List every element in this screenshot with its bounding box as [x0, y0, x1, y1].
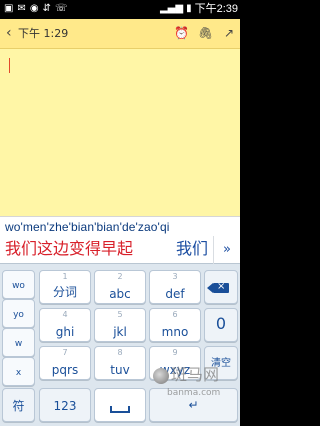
- side-key-w[interactable]: w: [2, 328, 35, 357]
- numbers-button[interactable]: 123: [39, 388, 91, 422]
- attachment-icon[interactable]: 🖇: [198, 25, 213, 41]
- candidate-bar: 我们这边变得早起 我们 »: [0, 236, 240, 264]
- title-bar: ‹ 下午 1:29 ⏰ 🖇 ↗: [0, 19, 240, 49]
- title-actions: ⏰ 🖇 ↗: [174, 25, 236, 41]
- candidate-next[interactable]: 我们: [176, 239, 208, 259]
- symbols-button[interactable]: 符: [2, 388, 35, 422]
- key-7-pqrs[interactable]: 7 pqrs: [39, 346, 91, 380]
- usb-icon: ⇵: [42, 3, 51, 14]
- key-4-ghi[interactable]: 4 ghi: [39, 308, 91, 342]
- watermark-sub: banma.com: [167, 388, 221, 398]
- alarm-icon[interactable]: ⏰: [174, 25, 189, 41]
- notification-icon: ▣: [4, 3, 14, 14]
- candidate-main[interactable]: 我们这边变得早起: [5, 239, 133, 259]
- watermark-logo-icon: [153, 367, 169, 384]
- pinyin-composition: wo'men'zhe'bian'bian'de'zao'qi: [5, 220, 170, 234]
- android-icon: ◉: [29, 3, 39, 14]
- note-editor[interactable]: [0, 49, 240, 216]
- side-key-x[interactable]: x: [2, 357, 35, 386]
- text-cursor: [9, 58, 10, 73]
- watermark: 斑马网 banma.com: [153, 366, 238, 418]
- status-left-icons: ▣ ✉ ◉ ⇵ ☏: [4, 3, 67, 15]
- key-6-mno[interactable]: 6 mno: [149, 308, 201, 342]
- side-key-yo[interactable]: yo: [2, 299, 35, 328]
- more-candidates-button[interactable]: »: [213, 236, 240, 264]
- watermark-text: 斑马网: [171, 365, 220, 384]
- back-icon[interactable]: ‹: [6, 26, 12, 40]
- delete-icon: [207, 280, 229, 294]
- status-bar: ▣ ✉ ◉ ⇵ ☏ ▂▄▆ ▮ 下午2:39: [0, 0, 240, 19]
- keyboard: wo yo w x 1 分词 2 abc 3 def 4 ghi 5 jkl 6…: [0, 264, 240, 426]
- note-date: 下午 1:29: [18, 27, 69, 40]
- key-3-def[interactable]: 3 def: [149, 270, 201, 304]
- key-2-abc[interactable]: 2 abc: [94, 270, 146, 304]
- status-right: ▂▄▆ ▮ 下午2:39: [160, 2, 238, 16]
- space-icon: [110, 406, 130, 413]
- key-5-jkl[interactable]: 5 jkl: [94, 308, 146, 342]
- space-key[interactable]: [94, 388, 146, 422]
- phone-icon: ☏: [54, 3, 68, 14]
- signal-icon: ▂▄▆: [159, 3, 184, 14]
- key-1-fenci[interactable]: 1 分词: [39, 270, 91, 304]
- pinyin-bar: wo'men'zhe'bian'bian'de'zao'qi: [0, 216, 240, 236]
- share-icon[interactable]: ↗: [222, 25, 236, 41]
- status-time: 下午2:39: [194, 3, 238, 15]
- key-8-tuv[interactable]: 8 tuv: [94, 346, 146, 380]
- side-key-wo[interactable]: wo: [2, 270, 35, 299]
- zero-key[interactable]: 0: [204, 308, 238, 342]
- mail-icon: ✉: [17, 3, 26, 14]
- delete-button[interactable]: [204, 270, 238, 304]
- battery-icon: ▮: [186, 3, 192, 14]
